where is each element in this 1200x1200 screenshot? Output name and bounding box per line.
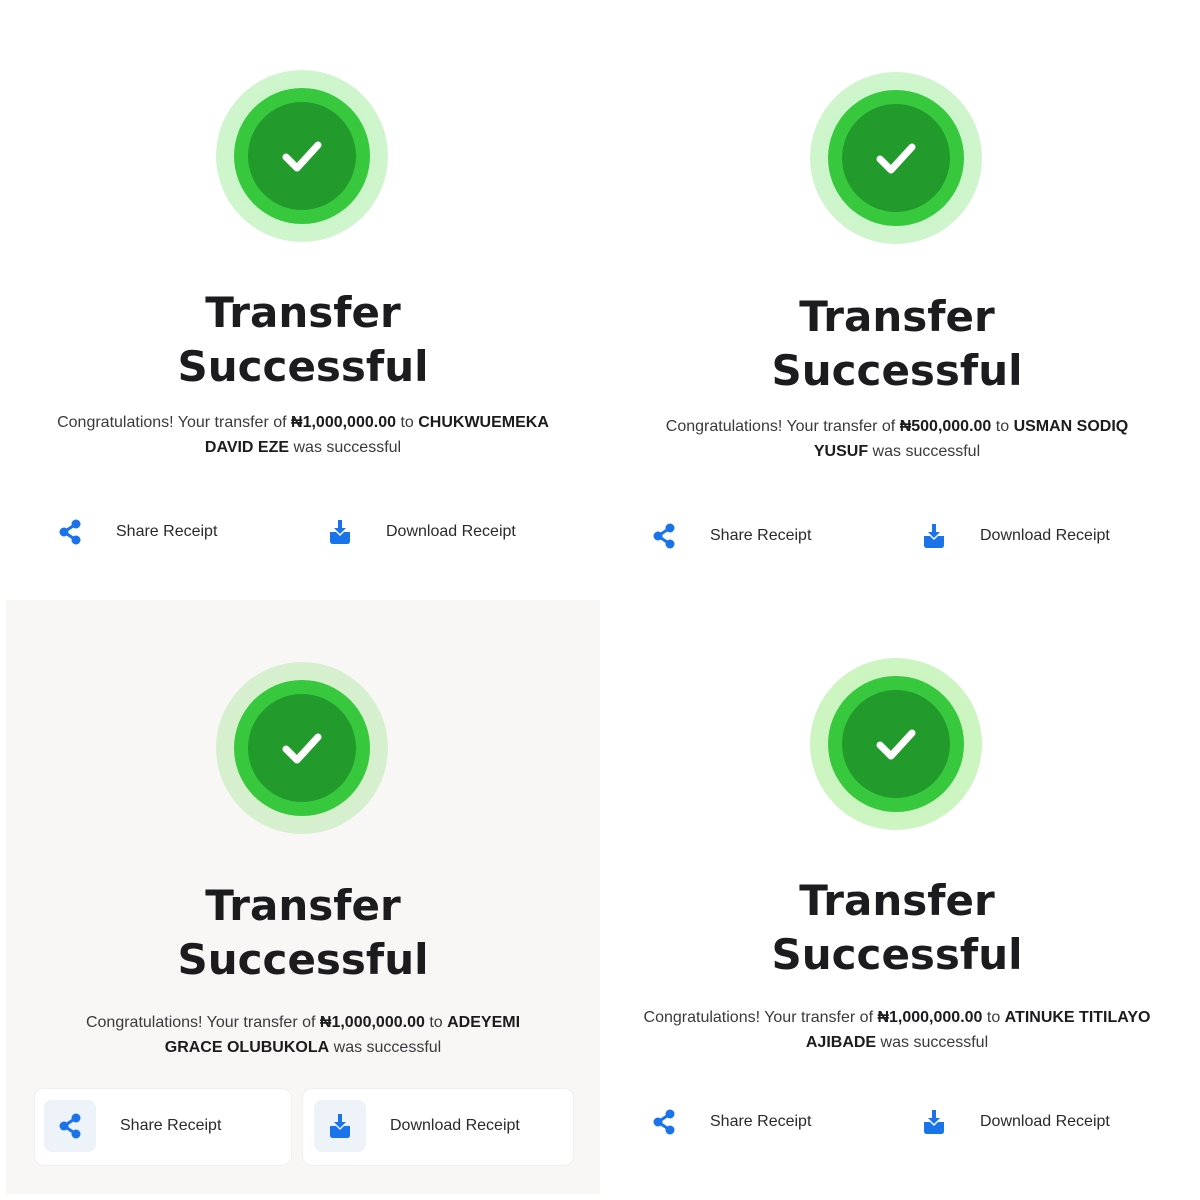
checkmark-icon (282, 141, 322, 172)
success-badge (810, 658, 982, 830)
transfer-amount: ₦1,000,000.00 (319, 1014, 425, 1031)
share-receipt-button[interactable]: Share Receipt (642, 1100, 811, 1144)
download-receipt-label: Download Receipt (390, 1117, 520, 1134)
success-badge (810, 72, 982, 244)
checkmark-icon (876, 729, 916, 760)
share-receipt-button[interactable]: Share Receipt (642, 514, 811, 558)
success-badge (216, 70, 388, 242)
share-receipt-label: Share Receipt (710, 1113, 812, 1130)
page-title: Transfer Successful (771, 292, 1023, 395)
receipt-panel-1: Transfer Successful Congratulations! You… (6, 2, 600, 596)
share-icon (44, 1100, 96, 1152)
transfer-amount: ₦500,000.00 (899, 418, 992, 435)
success-message: Congratulations! Your transfer of ₦1,000… (57, 414, 549, 456)
download-receipt-label: Download Receipt (980, 1113, 1110, 1130)
transfer-amount: ₦1,000,000.00 (877, 1009, 983, 1026)
page-title: Transfer Successful (177, 288, 429, 391)
download-receipt-button[interactable]: Download Receipt (314, 1100, 520, 1152)
share-icon (642, 1100, 686, 1144)
download-icon (912, 1100, 956, 1144)
download-icon (314, 1100, 366, 1152)
download-receipt-button[interactable]: Download Receipt (912, 1100, 1110, 1144)
download-icon (912, 514, 956, 558)
success-badge (216, 662, 388, 834)
receipt-panel-4: Transfer Successful Congratulations! You… (600, 592, 1194, 1186)
download-receipt-button[interactable]: Download Receipt (318, 510, 516, 554)
download-receipt-label: Download Receipt (386, 523, 516, 540)
receipt-panel-2: Transfer Successful Congratulations! You… (600, 6, 1194, 600)
success-message: Congratulations! Your transfer of ₦1,000… (85, 1014, 521, 1056)
page-title: Transfer Successful (177, 881, 429, 984)
success-message: Congratulations! Your transfer of ₦1,000… (643, 1009, 1151, 1051)
checkmark-icon (282, 733, 322, 764)
success-message: Congratulations! Your transfer of ₦500,0… (665, 418, 1129, 460)
share-receipt-button[interactable]: Share Receipt (48, 510, 217, 554)
page-title: Transfer Successful (771, 876, 1023, 979)
share-receipt-button[interactable]: Share Receipt (44, 1100, 221, 1152)
share-icon (48, 510, 92, 554)
download-icon (318, 510, 362, 554)
share-receipt-label: Share Receipt (120, 1117, 222, 1134)
transfer-amount: ₦1,000,000.00 (291, 414, 396, 431)
share-receipt-label: Share Receipt (710, 527, 812, 544)
share-receipt-label: Share Receipt (116, 523, 218, 540)
download-receipt-button[interactable]: Download Receipt (912, 514, 1110, 558)
download-receipt-label: Download Receipt (980, 527, 1110, 544)
checkmark-icon (876, 143, 916, 174)
share-icon (642, 514, 686, 558)
receipt-panel-3: Transfer Successful Congratulations! You… (6, 600, 600, 1194)
